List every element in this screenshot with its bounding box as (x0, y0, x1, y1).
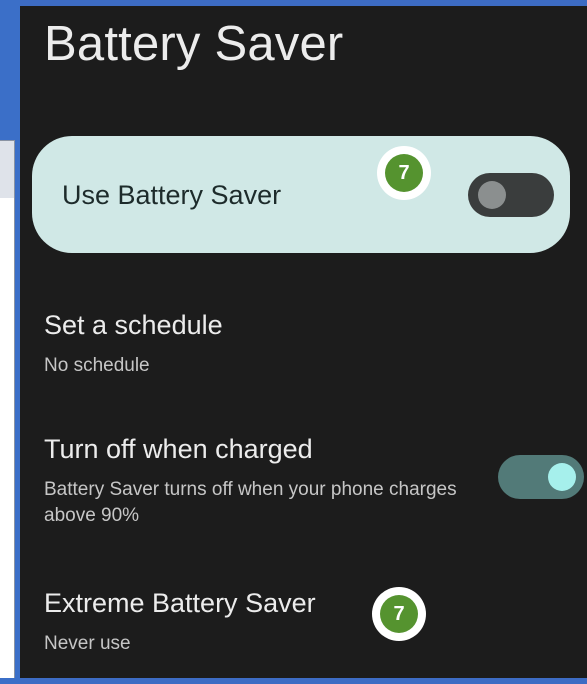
step-badge-number: 7 (380, 595, 418, 633)
step-badge: 7 (372, 587, 426, 641)
turn-off-when-charged-title: Turn off when charged (44, 434, 313, 464)
toggle-thumb (478, 181, 506, 209)
turn-off-when-charged-subtitle: Battery Saver turns off when your phone … (44, 479, 457, 526)
set-schedule-title: Set a schedule (44, 310, 223, 340)
toggle-thumb (548, 463, 576, 491)
turn-off-when-charged-item[interactable]: Turn off when charged Battery Saver turn… (44, 434, 464, 529)
step-badge-number: 7 (385, 154, 423, 192)
page-title: Battery Saver (44, 17, 344, 71)
set-schedule-subtitle: No schedule (44, 355, 150, 376)
step-badge: 7 (377, 146, 431, 200)
set-schedule-item[interactable]: Set a schedule No schedule (44, 310, 464, 379)
background-window-edge (0, 0, 20, 684)
use-battery-saver-label: Use Battery Saver (62, 180, 282, 210)
turn-off-when-charged-toggle[interactable] (498, 455, 584, 499)
background-window-body (0, 198, 15, 678)
screenshot-frame: Battery Saver Use Battery Saver Set a sc… (0, 0, 587, 684)
use-battery-saver-toggle[interactable] (468, 173, 554, 217)
use-battery-saver-card[interactable]: Use Battery Saver (32, 136, 570, 253)
battery-saver-screen: Battery Saver Use Battery Saver Set a sc… (20, 6, 587, 678)
background-window-titlebar (0, 140, 15, 200)
